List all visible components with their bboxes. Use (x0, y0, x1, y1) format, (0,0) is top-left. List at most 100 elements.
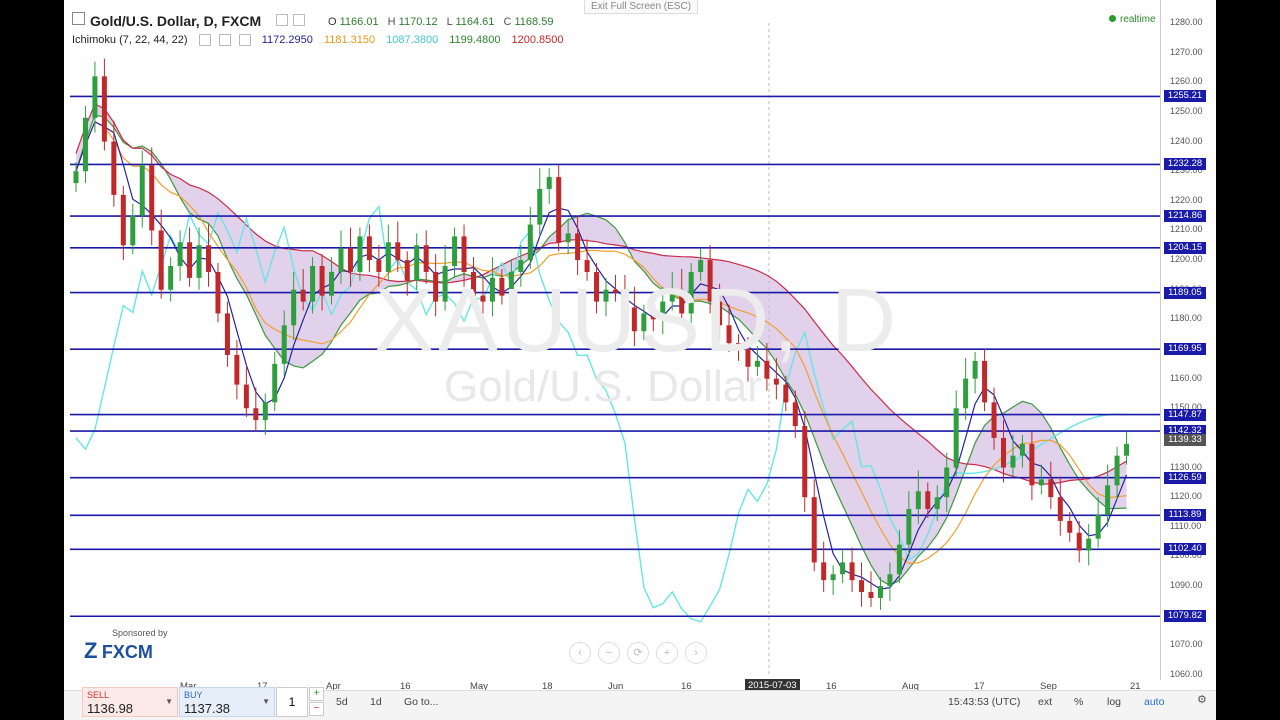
y-tick-label: 1130.00 (1170, 461, 1202, 472)
candle-body (461, 236, 467, 272)
chart-window: XAUUSD, D Gold/U.S. Dollar Gold/U.S. Dol… (64, 0, 1216, 720)
price-level-tag[interactable]: 1147.87 (1164, 408, 1206, 421)
candle-body (915, 491, 921, 510)
candle-body (347, 248, 353, 272)
sell-label: SELL (87, 690, 110, 700)
price-level-tag[interactable]: 1189.05 (1164, 286, 1206, 299)
indicator-close-icon[interactable] (238, 34, 251, 47)
watermark-symbol: XAUUSD, D (374, 271, 901, 371)
candle-body (234, 354, 240, 385)
indicator-settings-icon[interactable] (198, 34, 211, 47)
candle-body (357, 236, 363, 272)
range-1d-button[interactable]: 1d (370, 696, 382, 708)
y-tick-label: 1070.00 (1170, 639, 1203, 650)
buy-button[interactable]: BUY 1137.38 ▼ (179, 687, 275, 717)
price-level-tag[interactable]: 1255.21 (1164, 90, 1206, 103)
auto-toggle[interactable]: auto (1144, 696, 1164, 708)
log-toggle[interactable]: log (1107, 696, 1121, 708)
compare-icon[interactable] (293, 14, 306, 27)
kijun-value: 1181.3150 (323, 34, 376, 46)
gear-icon[interactable]: ⚙ (1197, 693, 1207, 706)
y-tick-label: 1120.00 (1170, 491, 1202, 502)
candle-body (1105, 485, 1111, 515)
candle-body (887, 574, 893, 587)
high-value: 1170.12 (398, 16, 438, 28)
candle-body (73, 171, 79, 184)
price-level-tag[interactable]: 1204.15 (1164, 241, 1206, 254)
close-value: 1168.59 (514, 16, 554, 28)
tenkan-value: 1172.2950 (261, 34, 313, 46)
candle-body (773, 378, 779, 385)
price-level-tag[interactable]: 1113.89 (1164, 509, 1206, 522)
low-value: 1164.61 (455, 16, 495, 28)
candle-body (196, 245, 202, 278)
scroll-right-button[interactable]: › (685, 642, 707, 664)
price-level-tag[interactable]: 1214.86 (1164, 210, 1206, 223)
candle-body (896, 544, 902, 575)
ext-toggle[interactable]: ext (1038, 696, 1052, 708)
bottom-toolbar: SELL 1136.98 ▼ BUY 1137.38 ▼ 1 + − 5d 1d… (64, 687, 1216, 720)
candle-body (224, 313, 230, 355)
scroll-left-button[interactable]: ‹ (569, 642, 591, 664)
candle-body (1019, 443, 1025, 456)
exit-fullscreen-button[interactable]: Exit Full Screen (ESC) (584, 0, 699, 14)
candle-body (991, 402, 997, 438)
settings-icon[interactable] (276, 14, 288, 27)
y-tick-label: 1250.00 (1170, 105, 1203, 116)
zoom-out-button[interactable]: − (598, 642, 620, 664)
y-tick-label: 1060.00 (1170, 669, 1203, 679)
price-level-tag[interactable]: 1169.95 (1164, 343, 1206, 356)
y-tick-label: 1280.00 (1170, 17, 1203, 27)
candle-body (859, 580, 865, 593)
quantity-decrease-button[interactable]: − (309, 702, 324, 716)
reset-chart-button[interactable]: ⟳ (627, 642, 649, 664)
buy-dropdown-icon[interactable]: ▼ (262, 697, 270, 706)
price-level-tag[interactable]: 1126.59 (1164, 471, 1206, 484)
price-level-tag[interactable]: 1079.82 (1164, 610, 1206, 623)
candle-body (546, 177, 552, 189)
candle-body (243, 384, 249, 409)
candle-body (830, 574, 836, 581)
candle-body (206, 245, 211, 272)
buy-label: BUY (184, 690, 203, 700)
candle-body (291, 289, 297, 326)
candle-body (338, 248, 344, 272)
percent-toggle[interactable]: % (1074, 696, 1083, 708)
price-level-tag[interactable]: 1232.28 (1164, 158, 1206, 171)
zoom-in-button[interactable]: + (656, 642, 678, 664)
indicator-legend[interactable]: Ichimoku (7, 22, 44, 22) 1172.2950 1181.… (72, 34, 564, 47)
quantity-increase-button[interactable]: + (309, 687, 324, 701)
indicator-name: Ichimoku (7, 22, 44, 22) (72, 34, 188, 46)
price-level-tag[interactable]: 1139.33 (1164, 433, 1206, 446)
candle-body (934, 497, 940, 510)
candle-body (101, 76, 107, 142)
goto-button[interactable]: Go to... (404, 696, 438, 708)
fxcm-logo-icon: Z (84, 638, 98, 663)
quantity-input[interactable]: 1 (276, 687, 308, 717)
indicator-hide-icon[interactable] (218, 34, 231, 47)
y-tick-label: 1210.00 (1170, 224, 1203, 235)
candle-body (972, 360, 978, 379)
range-5d-button[interactable]: 5d (336, 696, 348, 708)
y-tick-label: 1160.00 (1170, 372, 1202, 383)
candle-body (1048, 479, 1054, 498)
candle-body (130, 215, 136, 246)
candle-body (953, 408, 959, 468)
candle-body (300, 289, 306, 302)
candle-body (840, 562, 846, 575)
sponsor-logo[interactable]: Sponsored by Z FXCM (84, 628, 168, 664)
symbol-title[interactable]: Gold/U.S. Dollar, D, FXCM (90, 13, 261, 29)
chart-menu-icon[interactable] (72, 12, 85, 28)
candle-body (329, 271, 335, 296)
sell-dropdown-icon[interactable]: ▼ (165, 697, 173, 706)
sponsor-brand: FXCM (101, 642, 153, 662)
chikou-value: 1087.3800 (386, 34, 439, 46)
realtime-status: realtime (1109, 14, 1156, 25)
sponsor-text: Sponsored by (112, 628, 168, 638)
price-level-tag[interactable]: 1102.40 (1164, 543, 1206, 556)
sell-button[interactable]: SELL 1136.98 ▼ (82, 687, 178, 717)
candle-body (556, 177, 562, 243)
candle-body (963, 378, 969, 409)
chart-navigation: ‹ − ⟳ + › (569, 642, 714, 664)
candle-body (262, 402, 268, 421)
